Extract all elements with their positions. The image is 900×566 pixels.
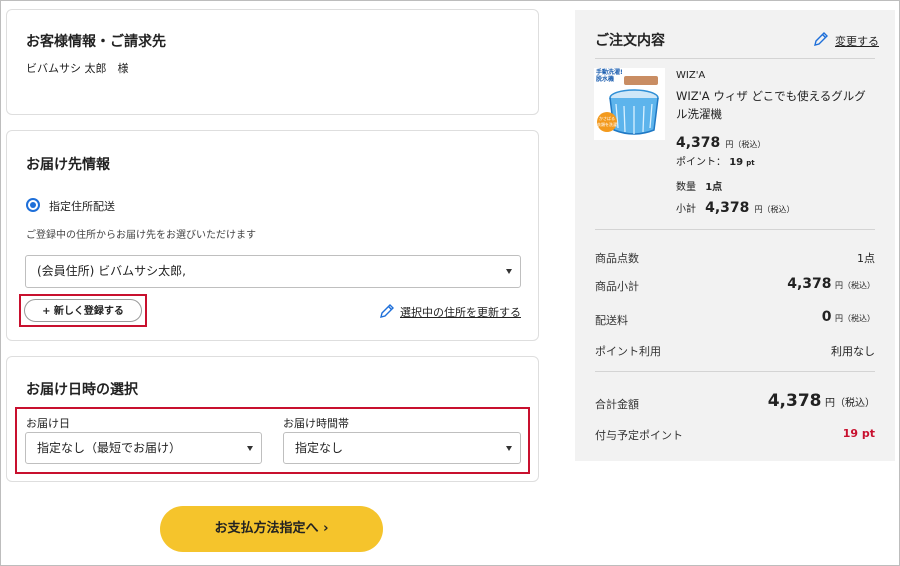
product-price-value: 4,378: [676, 135, 721, 151]
change-order-link[interactable]: 変更する: [813, 31, 879, 49]
total-value: 4,378: [767, 391, 822, 411]
delivery-address-heading: お届け先情報: [26, 157, 110, 173]
order-summary-panel: ご注文内容 変更する 手動洗濯! 脱水機 かさばる 衣類を洗濯 WIZ'A WI…: [575, 10, 895, 461]
new-register-label: + 新しく登録する: [42, 306, 124, 317]
divider: [595, 58, 875, 59]
shipping-fee-label: 配送料: [595, 314, 628, 327]
chevron-down-icon: [247, 446, 253, 451]
product-image[interactable]: 手動洗濯! 脱水機 かさばる 衣類を洗濯: [594, 68, 665, 140]
delivery-datetime-card: お届け日時の選択 お届け日 指定なし（最短でお届け） お届け時間帯 指定なし: [6, 356, 539, 482]
total-amount: 4,378 円（税込）: [768, 391, 875, 411]
product-brand: WIZ'A: [676, 70, 706, 81]
divider: [595, 229, 875, 230]
product-points: ポイント： 19 pt: [676, 153, 755, 168]
product-quantity-label: 数量: [676, 182, 696, 193]
customer-info-card: お客様情報・ご請求先 ビバムサシ 太郎 様: [6, 9, 539, 115]
address-helper-text: ご登録中の住所からお届け先をお選びいただけます: [26, 230, 256, 241]
product-points-unit: pt: [746, 159, 755, 167]
chevron-down-icon: [506, 446, 512, 451]
items-subtotal-unit: 円（税込）: [835, 281, 875, 290]
product-name[interactable]: WIZ'A ウィザ どこでも使えるグルグル洗濯機: [676, 87, 876, 123]
proceed-to-payment-button[interactable]: お支払方法指定へ ›: [160, 506, 383, 552]
product-points-label: ポイント：: [676, 157, 726, 168]
total-label: 合計金額: [595, 398, 639, 411]
grant-points-label: 付与予定ポイント: [595, 429, 683, 442]
customer-name: ビバムサシ 太郎 様: [26, 62, 129, 75]
customer-info-heading: お客様情報・ご請求先: [26, 34, 166, 50]
total-unit: 円（税込）: [825, 398, 875, 409]
product-image-caption: 手動洗濯! 脱水機: [596, 69, 623, 83]
delivery-address-card: お届け先情報 指定住所配送 ご登録中の住所からお届け先をお選びいただけます (会…: [6, 130, 539, 341]
pencil-icon: [814, 32, 828, 46]
product-points-value: 19: [729, 157, 744, 168]
shipping-fee: 0 円（税込）: [822, 309, 875, 325]
point-use-label: ポイント利用: [595, 345, 661, 358]
update-address-label: 選択中の住所を更新する: [400, 306, 521, 319]
product-quantity-value: 1点: [705, 182, 723, 193]
delivery-date-select[interactable]: 指定なし（最短でお届け）: [25, 432, 262, 464]
shipping-fee-value: 0: [821, 309, 832, 325]
delivery-date-label: お届け日: [26, 417, 70, 430]
product-subtotal-label: 小計: [676, 204, 696, 215]
designated-address-label: 指定住所配送: [49, 200, 115, 213]
delivery-time-select[interactable]: 指定なし: [283, 432, 521, 464]
delivery-date-value: 指定なし（最短でお届け）: [37, 441, 182, 455]
order-summary-heading: ご注文内容: [595, 33, 665, 49]
product-price: 4,378 円（税込）: [676, 132, 765, 151]
new-register-button[interactable]: + 新しく登録する: [24, 299, 142, 322]
delivery-datetime-heading: お届け日時の選択: [26, 382, 138, 398]
chevron-down-icon: [506, 269, 512, 274]
address-select-value: (会員住所) ビバムサシ太郎,: [37, 264, 186, 278]
delivery-time-label: お届け時間帯: [283, 417, 349, 430]
items-subtotal: 4,378 円（税込）: [787, 276, 875, 292]
address-select[interactable]: (会員住所) ビバムサシ太郎,: [25, 255, 521, 288]
product-subtotal: 小計 4,378 円（税込）: [676, 197, 794, 216]
pencil-icon: [380, 304, 394, 318]
item-count-label: 商品点数: [595, 252, 639, 265]
product-subtotal-value: 4,378: [705, 200, 750, 216]
grant-points-value: 19 pt: [842, 427, 875, 440]
product-quantity: 数量 1点: [676, 178, 722, 193]
items-subtotal-value: 4,378: [787, 276, 832, 292]
items-subtotal-label: 商品小計: [595, 280, 639, 293]
point-use-value: 利用なし: [831, 345, 875, 358]
item-count-value: 1点: [857, 252, 875, 265]
change-order-label: 変更する: [835, 35, 879, 48]
product-price-unit: 円（税込）: [725, 140, 766, 149]
divider: [595, 371, 875, 372]
designated-address-radio[interactable]: [26, 198, 40, 212]
shipping-fee-unit: 円（税込）: [835, 314, 875, 323]
product-subtotal-unit: 円（税込）: [754, 205, 795, 214]
delivery-time-value: 指定なし: [295, 441, 344, 455]
product-image-badge: かさばる 衣類を洗濯: [597, 112, 617, 132]
